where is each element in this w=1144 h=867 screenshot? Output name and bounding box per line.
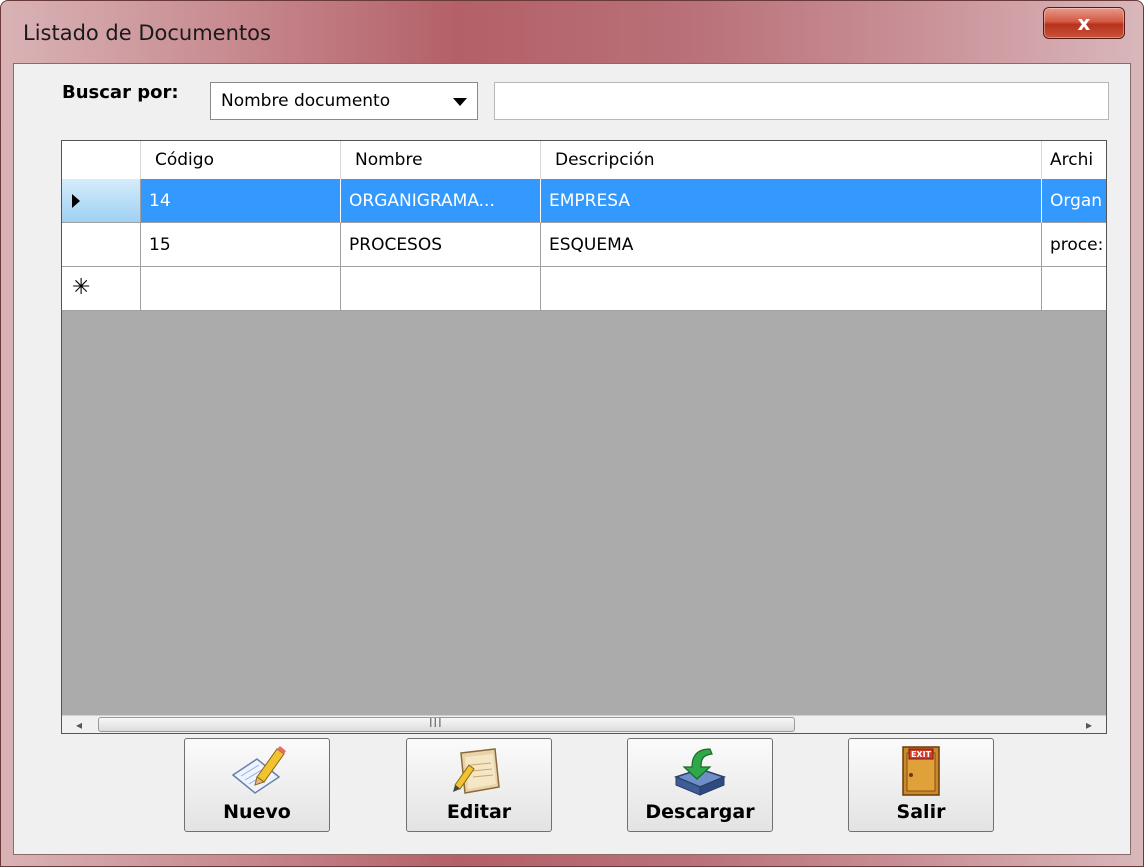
search-input[interactable]: [494, 82, 1109, 120]
cell-nombre[interactable]: ORGANIGRAMA...: [341, 179, 541, 223]
close-icon: x: [1077, 11, 1091, 35]
table-row[interactable]: 15 PROCESOS ESQUEMA proce:: [62, 223, 1106, 267]
cell-codigo[interactable]: 15: [141, 223, 341, 267]
salir-button-label: Salir: [896, 801, 946, 823]
table-row[interactable]: 14 ORGANIGRAMA... EMPRESA Organ: [62, 179, 1106, 223]
cell-descripcion[interactable]: [541, 267, 1042, 311]
scrollbar-grip-icon: III: [429, 716, 443, 730]
row-header[interactable]: [62, 179, 141, 223]
new-document-pencil-icon: [231, 746, 286, 794]
cell-archivo[interactable]: [1042, 267, 1106, 311]
window-title: Listado de Documentos: [23, 21, 271, 45]
new-row-asterisk-icon: ✳: [72, 275, 91, 300]
cell-descripcion[interactable]: ESQUEMA: [541, 223, 1042, 267]
row-header[interactable]: ✳: [62, 267, 141, 311]
download-drive-icon: [673, 748, 727, 796]
column-header-nombre[interactable]: Nombre: [341, 141, 541, 179]
cell-codigo[interactable]: [141, 267, 341, 311]
current-row-pointer-icon: [72, 194, 80, 208]
svg-text:EXIT: EXIT: [911, 750, 932, 759]
chevron-down-icon: [453, 98, 467, 106]
scrollbar-thumb[interactable]: III: [98, 716, 795, 732]
search-field-select[interactable]: Nombre documento: [210, 82, 478, 120]
grid-header: Código Nombre Descripción Archi: [62, 141, 1106, 180]
cell-nombre[interactable]: [341, 267, 541, 311]
documents-grid[interactable]: Código Nombre Descripción Archi 14 ORGAN…: [61, 140, 1107, 734]
editar-button[interactable]: Editar: [406, 738, 552, 832]
cell-archivo[interactable]: proce:: [1042, 223, 1106, 267]
row-header[interactable]: [62, 223, 141, 267]
close-button[interactable]: x: [1043, 7, 1125, 39]
scroll-right-arrow-icon[interactable]: ▸: [1072, 716, 1106, 733]
editar-button-label: Editar: [446, 801, 512, 823]
column-header-codigo[interactable]: Código: [141, 141, 341, 179]
search-label: Buscar por:: [62, 82, 179, 103]
row-header-corner: [62, 141, 141, 179]
column-header-archivo[interactable]: Archi: [1042, 141, 1106, 179]
cell-archivo[interactable]: Organ: [1042, 179, 1106, 223]
column-header-descripcion[interactable]: Descripción: [541, 141, 1042, 179]
nuevo-button-label: Nuevo: [223, 801, 291, 823]
horizontal-scrollbar[interactable]: ◂ III ▸: [62, 715, 1106, 733]
new-row[interactable]: ✳: [62, 267, 1106, 311]
client-area: Buscar por: Nombre documento Código Nomb…: [13, 63, 1131, 855]
window: Listado de Documentos x Buscar por: Nomb…: [0, 0, 1144, 867]
salir-button[interactable]: EXIT Salir: [848, 738, 994, 832]
exit-door-icon: EXIT: [902, 746, 940, 796]
cell-descripcion[interactable]: EMPRESA: [541, 179, 1042, 223]
cell-codigo[interactable]: 14: [141, 179, 341, 223]
descargar-button[interactable]: Descargar: [627, 738, 773, 832]
descargar-button-label: Descargar: [645, 801, 755, 823]
cell-nombre[interactable]: PROCESOS: [341, 223, 541, 267]
search-select-value: Nombre documento: [221, 91, 391, 111]
title-bar[interactable]: Listado de Documentos x: [1, 1, 1143, 63]
nuevo-button[interactable]: Nuevo: [184, 738, 330, 832]
edit-notebook-icon: [453, 748, 500, 794]
scroll-left-arrow-icon[interactable]: ◂: [62, 716, 96, 733]
